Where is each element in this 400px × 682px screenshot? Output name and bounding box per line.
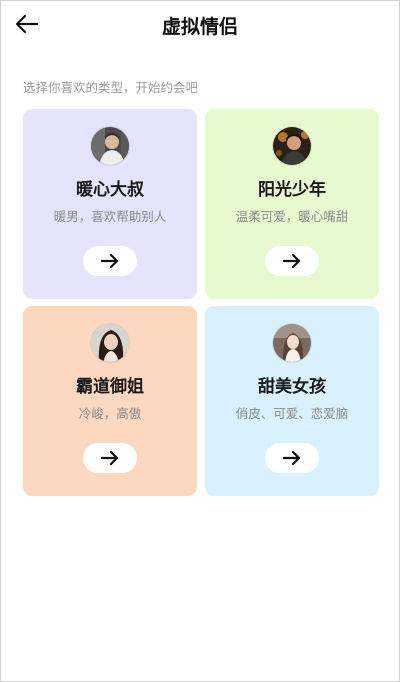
persona-card-sweet-girl[interactable]: 甜美女孩 俏皮、可爱、恋爱脑 (205, 306, 379, 496)
app-screen: 虚拟情侣 选择你喜欢的类型，开始约会吧 暖心大叔 暖男，喜欢帮助别人 阳光少年 … (0, 0, 400, 682)
enter-button[interactable] (83, 246, 137, 276)
persona-card-warm-uncle[interactable]: 暖心大叔 暖男，喜欢帮助别人 (23, 109, 197, 299)
persona-card-domineering-lady[interactable]: 霸道御姐 冷峻，高傲 (23, 306, 197, 496)
card-description: 俏皮、可爱、恋爱脑 (235, 406, 349, 421)
card-title: 阳光少年 (258, 180, 326, 200)
arrow-right-icon (101, 254, 119, 268)
page-subtitle: 选择你喜欢的类型，开始约会吧 (23, 80, 199, 95)
arrow-right-icon (101, 451, 119, 465)
card-description: 冷峻，高傲 (78, 406, 142, 421)
enter-button[interactable] (265, 443, 319, 473)
card-title: 甜美女孩 (258, 377, 326, 397)
card-description: 温柔可爱，暖心嘴甜 (235, 209, 349, 224)
arrow-right-icon (283, 451, 301, 465)
avatar (272, 126, 312, 166)
top-bar: 虚拟情侣 (1, 1, 399, 47)
avatar (90, 323, 130, 363)
enter-button[interactable] (265, 246, 319, 276)
card-title: 暖心大叔 (76, 180, 144, 200)
card-title: 霸道御姐 (76, 377, 144, 397)
card-description: 暖男，喜欢帮助别人 (53, 209, 167, 224)
arrow-right-icon (283, 254, 301, 268)
persona-card-sunny-boy[interactable]: 阳光少年 温柔可爱，暖心嘴甜 (205, 109, 379, 299)
avatar (272, 323, 312, 363)
page-title: 虚拟情侣 (161, 16, 238, 38)
avatar (90, 126, 130, 166)
enter-button[interactable] (83, 443, 137, 473)
